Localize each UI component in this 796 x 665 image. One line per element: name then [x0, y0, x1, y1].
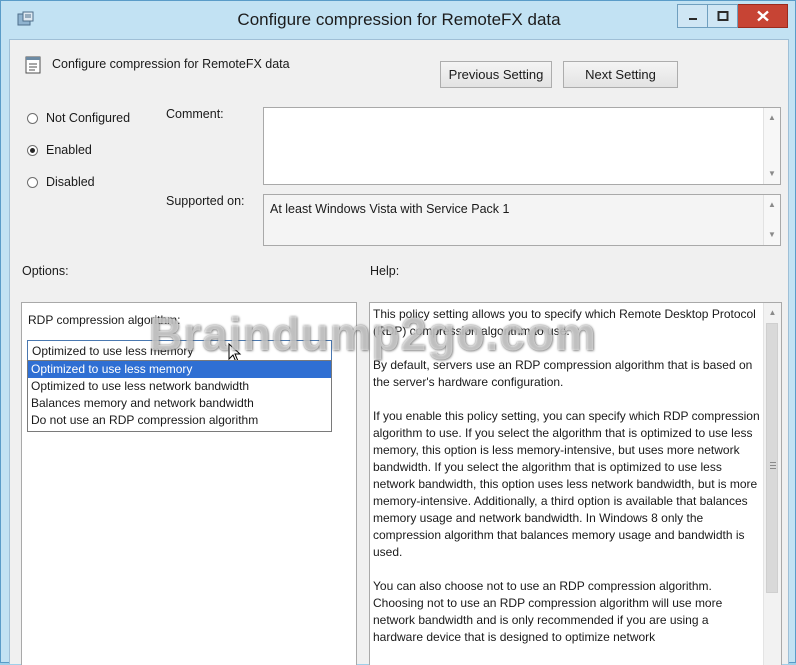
scroll-down-icon[interactable]: ▼ [764, 166, 780, 182]
compression-algorithm-select[interactable]: Optimized to use less memory [27, 340, 332, 361]
radio-not-configured-label: Not Configured [46, 111, 131, 125]
maximize-button[interactable] [708, 4, 738, 28]
supported-on-field: At least Windows Vista with Service Pack… [263, 194, 781, 246]
title-bar[interactable]: Configure compression for RemoteFX data [1, 1, 796, 39]
comment-label: Comment: [166, 107, 224, 121]
scroll-up-icon[interactable]: ▲ [764, 305, 781, 321]
scroll-up-icon[interactable]: ▲ [764, 197, 780, 213]
dropdown-option[interactable]: Do not use an RDP compression algorithm [28, 412, 331, 429]
previous-setting-button[interactable]: Previous Setting [440, 61, 552, 88]
minimize-button[interactable] [677, 4, 708, 28]
compression-algorithm-selected-value: Optimized to use less memory [32, 344, 194, 358]
dropdown-option[interactable]: Balances memory and network bandwidth [28, 395, 331, 412]
policy-dialog-window: Configure compression for RemoteFX data … [0, 0, 796, 665]
close-icon [756, 10, 769, 22]
radio-not-configured[interactable]: Not Configured [27, 111, 130, 125]
radio-enabled[interactable]: Enabled [27, 143, 92, 157]
help-label: Help: [370, 264, 400, 278]
help-paragraph: By default, servers use an RDP compressi… [373, 358, 753, 389]
radio-enabled-label: Enabled [46, 143, 92, 157]
help-paragraph: If you enable this policy setting, you c… [373, 409, 760, 559]
radio-disabled-indicator [27, 176, 38, 188]
supported-on-scrollbar[interactable]: ▲ ▼ [763, 195, 780, 245]
close-button[interactable] [738, 4, 788, 28]
radio-disabled[interactable]: Disabled [27, 175, 95, 189]
app-icon [17, 11, 34, 26]
radio-not-configured-indicator [27, 112, 38, 124]
next-setting-button[interactable]: Next Setting [563, 61, 678, 88]
scroll-up-icon[interactable]: ▲ [764, 110, 780, 126]
help-paragraph: This policy setting allows you to specif… [373, 307, 756, 338]
compression-algorithm-label: RDP compression algorithm: [28, 313, 181, 327]
help-text: This policy setting allows you to specif… [373, 306, 760, 663]
help-scrollbar[interactable]: ▲ [763, 303, 781, 665]
radio-enabled-indicator [27, 144, 38, 156]
maximize-icon [717, 11, 728, 21]
help-pane: This policy setting allows you to specif… [369, 302, 782, 665]
options-label: Options: [22, 264, 69, 278]
policy-setting-icon [25, 56, 41, 74]
scroll-down-icon[interactable]: ▼ [764, 227, 780, 243]
scrollbar-grip-icon [770, 462, 776, 471]
help-scrollbar-thumb[interactable] [766, 323, 778, 593]
comment-scrollbar[interactable]: ▲ ▼ [763, 108, 780, 184]
dropdown-option[interactable]: Optimized to use less memory [28, 361, 331, 378]
supported-on-label: Supported on: [166, 194, 245, 208]
radio-disabled-label: Disabled [46, 175, 95, 189]
policy-name: Configure compression for RemoteFX data [52, 57, 290, 71]
dialog-body: Configure compression for RemoteFX data … [9, 39, 789, 665]
minimize-icon [688, 18, 697, 20]
supported-on-value: At least Windows Vista with Service Pack… [270, 202, 510, 216]
help-paragraph: You can also choose not to use an RDP co… [373, 579, 723, 644]
options-pane: RDP compression algorithm: Optimized to … [21, 302, 357, 665]
compression-algorithm-dropdown-list: Optimized to use less memory Optimized t… [27, 360, 332, 432]
dropdown-option[interactable]: Optimized to use less network bandwidth [28, 378, 331, 395]
comment-textarea[interactable]: ▲ ▼ [263, 107, 781, 185]
